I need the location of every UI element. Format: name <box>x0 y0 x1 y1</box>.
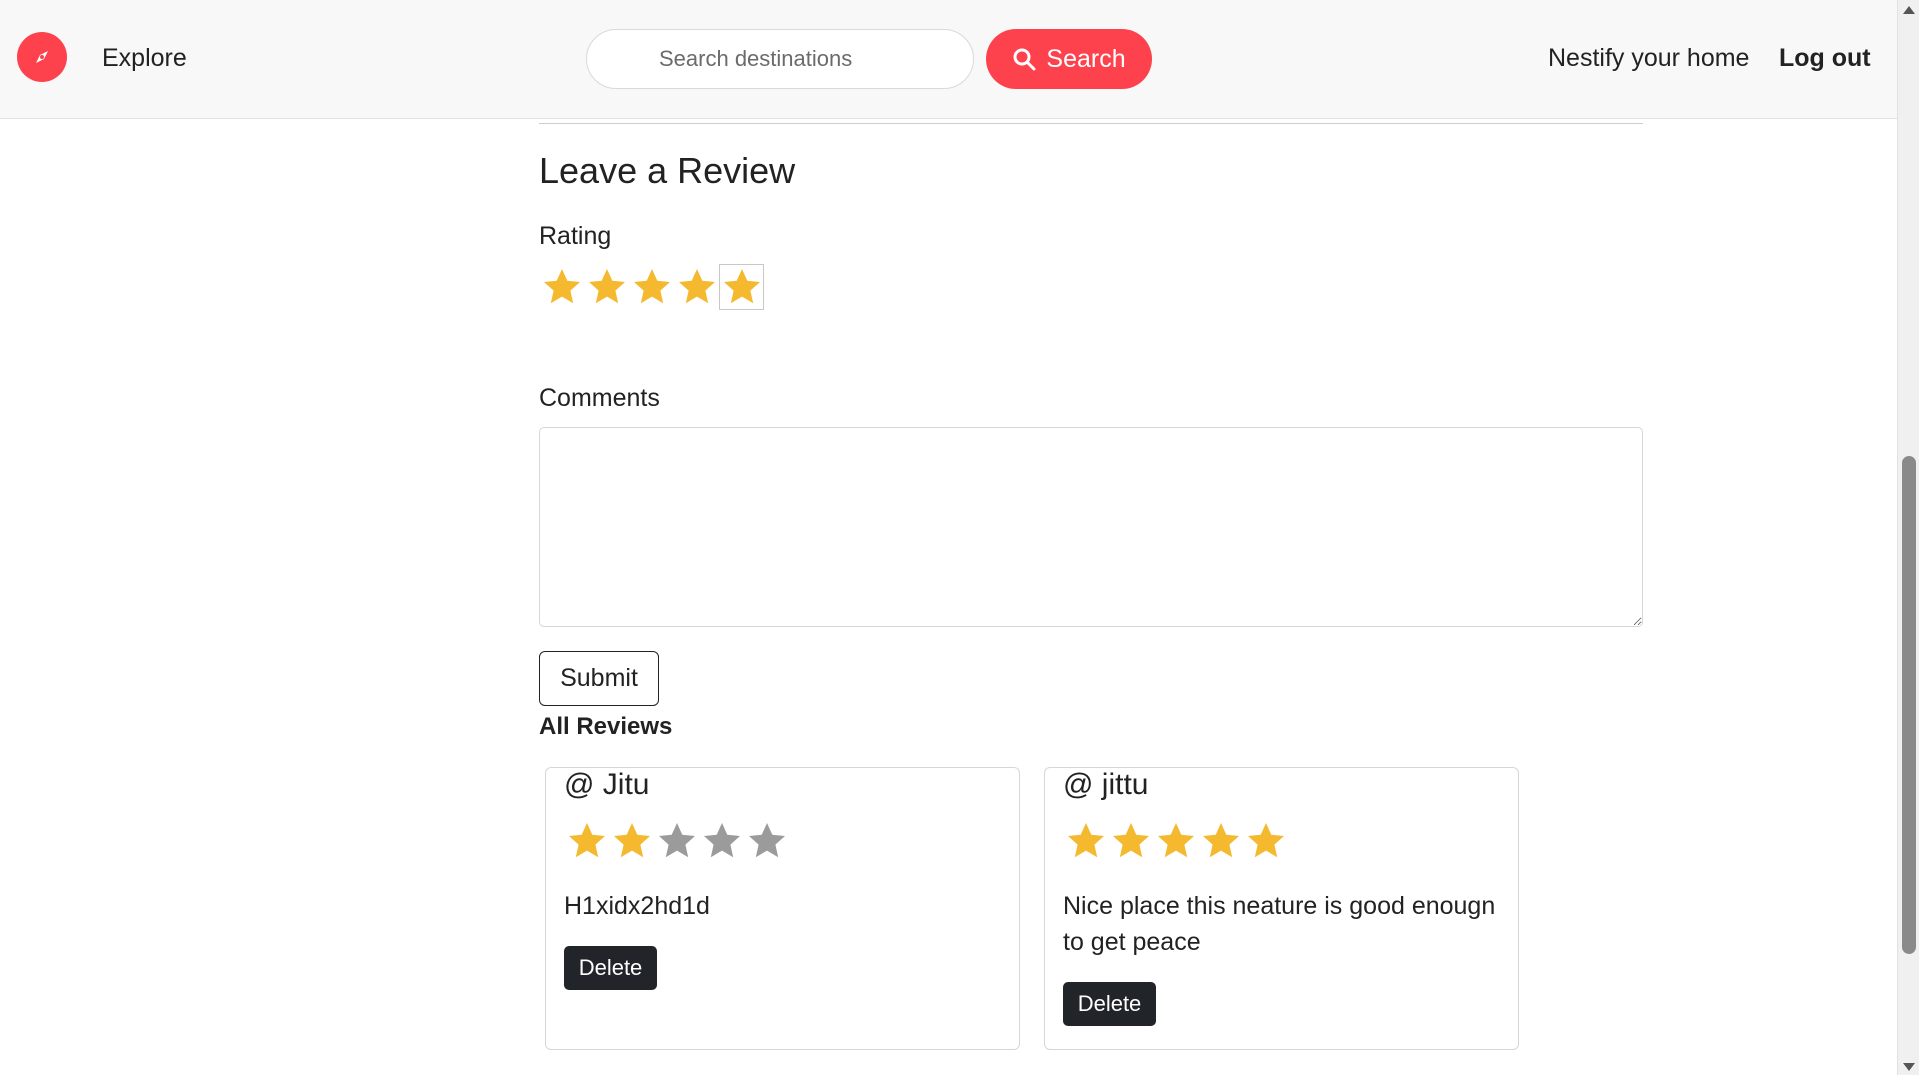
review-form-heading: Leave a Review <box>539 150 796 191</box>
star-icon <box>564 818 609 864</box>
star-icon <box>1108 818 1153 864</box>
review-rating-stars <box>1063 818 1288 864</box>
nav-logout-link[interactable]: Log out <box>1779 44 1871 73</box>
star-icon <box>744 818 789 864</box>
scroll-up-arrow-icon[interactable] <box>1903 6 1915 14</box>
page-scrollbar[interactable] <box>1897 0 1919 1075</box>
nav-explore-link[interactable]: Explore <box>102 44 187 73</box>
star-icon <box>609 818 654 864</box>
comments-label: Comments <box>539 384 660 412</box>
scroll-down-arrow-icon[interactable] <box>1903 1063 1915 1071</box>
nav-host-link[interactable]: Nestify your home <box>1548 44 1749 73</box>
delete-review-button[interactable]: Delete <box>1063 982 1156 1026</box>
star-icon <box>1153 818 1198 864</box>
star-icon <box>654 818 699 864</box>
star-icon <box>1243 818 1288 864</box>
review-comment: Nice place this neature is good enougn t… <box>1063 892 1496 956</box>
review-author: @ Jitu <box>564 768 650 801</box>
scrollbar-thumb[interactable] <box>1902 456 1916 954</box>
rating-star-input[interactable] <box>539 264 764 310</box>
page-viewport: Explore Search Nestify your home Log out… <box>0 0 1897 1075</box>
star-icon <box>1063 818 1108 864</box>
review-author: @ jittu <box>1063 768 1149 801</box>
delete-review-button[interactable]: Delete <box>564 946 657 990</box>
star-icon[interactable] <box>674 264 719 310</box>
star-icon <box>1198 818 1243 864</box>
review-card: @ Jitu H1xidx2hd1d Delete <box>545 767 1020 1050</box>
star-icon[interactable] <box>584 264 629 310</box>
review-rating-stars <box>564 818 789 864</box>
search-button[interactable]: Search <box>986 29 1152 89</box>
search-button-label: Search <box>1046 44 1126 73</box>
comments-textarea[interactable] <box>539 427 1643 627</box>
submit-button[interactable]: Submit <box>539 651 659 706</box>
star-icon[interactable] <box>719 264 764 310</box>
search-input[interactable] <box>586 29 974 89</box>
compass-icon <box>36 51 48 63</box>
star-icon <box>699 818 744 864</box>
search-icon <box>1013 48 1036 71</box>
star-icon[interactable] <box>629 264 674 310</box>
review-card: @ jittu Nice place this neature is good … <box>1044 767 1519 1050</box>
review-comment: H1xidx2hd1d <box>564 892 710 920</box>
top-navbar: Explore Search Nestify your home Log out <box>0 0 1897 119</box>
section-divider <box>539 123 1643 124</box>
star-icon[interactable] <box>539 264 584 310</box>
all-reviews-heading: All Reviews <box>539 713 673 740</box>
brand-logo[interactable] <box>17 32 67 82</box>
rating-label: Rating <box>539 222 612 250</box>
